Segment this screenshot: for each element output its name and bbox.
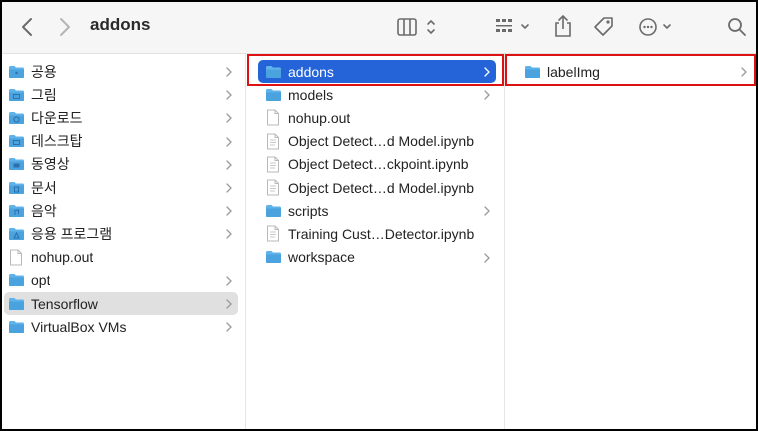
column-view-icon[interactable] (396, 16, 442, 38)
movies-folder-icon (7, 157, 25, 171)
pictures-folder-icon (7, 88, 25, 102)
music-folder-icon (7, 204, 25, 218)
folder-icon (7, 297, 25, 311)
sidebar-item[interactable]: 공용 (4, 60, 238, 83)
item-label: Object Detect…d Model.ipynb (288, 179, 474, 196)
chevron-right-icon (226, 206, 232, 216)
window-title: addons (90, 15, 151, 34)
list-item[interactable]: nohup.out (258, 106, 496, 129)
chevron-right-icon (484, 252, 490, 263)
item-label: 음악 (31, 202, 57, 219)
list-item[interactable]: labelImg (519, 60, 753, 83)
item-label: Object Detect…ckpoint.ipynb (288, 156, 469, 173)
chevron-right-icon (226, 183, 232, 193)
chevron-right-icon (484, 67, 490, 77)
list-item[interactable]: Object Detect…d Model.ipynb (258, 130, 496, 153)
chevron-right-icon (226, 90, 232, 100)
folder-icon (264, 88, 282, 102)
downloads-folder-icon (7, 111, 25, 125)
sidebar-item[interactable]: 음악 (4, 199, 238, 222)
share-icon[interactable] (552, 14, 574, 38)
documents-folder-icon (7, 181, 25, 195)
toolbar: addons (2, 2, 756, 54)
applications-folder-icon (7, 227, 25, 241)
item-label: models (288, 86, 334, 103)
file-icon (264, 109, 282, 126)
chevron-right-icon (741, 67, 747, 77)
list-item[interactable]: scripts (258, 199, 496, 222)
item-label: 다운로드 (31, 109, 83, 126)
folder-icon (264, 65, 282, 79)
folder-icon (7, 320, 25, 334)
item-label: addons (288, 63, 334, 80)
public-folder-icon (7, 65, 25, 79)
list-item[interactable]: addons (258, 60, 496, 83)
notebook-file-icon (264, 179, 282, 196)
sidebar-item[interactable]: Tensorflow (4, 292, 238, 315)
folder-icon (264, 250, 282, 264)
item-label: nohup.out (288, 109, 351, 126)
more-actions-icon[interactable] (638, 16, 676, 38)
back-icon[interactable] (18, 16, 36, 38)
item-label: opt (31, 272, 51, 289)
notebook-file-icon (264, 225, 282, 242)
addons-parent-column: addons models nohup.out Object Detect…d Mod… (246, 54, 505, 429)
chevron-right-icon (226, 276, 232, 286)
sidebar-item[interactable]: 동영상 (4, 153, 238, 176)
chevron-right-icon (226, 299, 232, 309)
chevron-right-icon (226, 136, 232, 147)
addons-contents-column: labelImg (505, 54, 756, 429)
item-label: 데스크탑 (31, 133, 83, 150)
list-item[interactable]: Object Detect…d Model.ipynb (258, 176, 496, 199)
item-label: 문서 (31, 179, 57, 196)
sidebar-item[interactable]: VirtualBox VMs (4, 315, 238, 338)
folder-icon (7, 273, 25, 287)
chevron-right-icon (226, 160, 232, 170)
chevron-right-icon (226, 229, 232, 240)
list-item[interactable]: Training Cust…Detector.ipynb (258, 222, 496, 245)
chevron-right-icon (226, 67, 232, 77)
list-item[interactable]: models (258, 83, 496, 106)
folder-icon (523, 65, 541, 79)
chevron-right-icon (484, 206, 490, 216)
item-label: 응용 프로그램 (31, 225, 113, 242)
item-label: Tensorflow (31, 295, 98, 312)
sidebar-item[interactable]: 그림 (4, 83, 238, 106)
chevron-right-icon (226, 113, 232, 124)
item-label: 동영상 (31, 156, 70, 173)
sidebar-item[interactable]: 데스크탑 (4, 130, 238, 153)
item-label: Object Detect…d Model.ipynb (288, 133, 474, 150)
item-label: scripts (288, 202, 329, 219)
folder-icon (264, 204, 282, 218)
list-item[interactable]: Object Detect…ckpoint.ipynb (258, 153, 496, 176)
tag-icon[interactable] (592, 15, 616, 39)
file-icon (7, 249, 25, 266)
desktop-folder-icon (7, 134, 25, 148)
sidebar-item[interactable]: opt (4, 269, 238, 292)
group-icon[interactable] (494, 16, 534, 38)
item-label: Training Cust…Detector.ipynb (288, 225, 475, 242)
forward-icon[interactable] (56, 16, 74, 38)
item-label: VirtualBox VMs (31, 318, 127, 335)
item-label: labelImg (547, 63, 600, 80)
chevron-right-icon (226, 322, 232, 332)
sidebar-item[interactable]: 다운로드 (4, 106, 238, 129)
notebook-file-icon (264, 133, 282, 150)
item-label: workspace (288, 249, 355, 266)
item-label: nohup.out (31, 249, 94, 266)
sidebar-item[interactable]: 응용 프로그램 (4, 222, 238, 245)
sidebar-item[interactable]: 문서 (4, 176, 238, 199)
sidebar-item[interactable]: nohup.out (4, 246, 238, 269)
list-item[interactable]: workspace (258, 246, 496, 269)
item-label: 그림 (31, 86, 57, 103)
chevron-right-icon (484, 90, 490, 100)
finder-window: addons 공용 그림 다운로드 데스크탑 동영상 문서 음악 응용 프로그램… (0, 0, 758, 431)
column-browser: 공용그림다운로드데스크탑동영상문서음악응용 프로그램 nohup.out opt Te… (2, 54, 756, 429)
search-icon[interactable] (726, 16, 748, 38)
item-label: 공용 (31, 63, 57, 80)
notebook-file-icon (264, 156, 282, 173)
sidebar-column: 공용그림다운로드데스크탑동영상문서음악응용 프로그램 nohup.out opt Te… (2, 54, 246, 429)
